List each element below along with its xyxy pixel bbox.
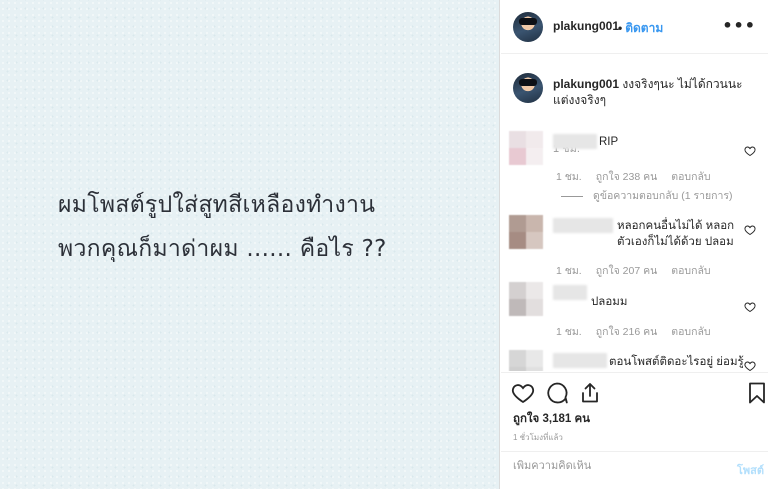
separator-dot: •: [618, 21, 623, 35]
comments-list[interactable]: plakung001 งงจริงๆนะ ไม่ได้กวนนะ แต่งงจร…: [501, 55, 768, 371]
comment-reply-button[interactable]: ตอบกลับ: [671, 171, 710, 183]
comment-text: ปลอมม: [591, 296, 628, 308]
post-image[interactable]: ผมโพสต์รูปใส่สูทสีเหลืองทำงาน พวกคุณก็มา…: [0, 0, 500, 489]
comment-time: 1 ชม.: [556, 171, 582, 183]
comment-time: 1 ชม.: [556, 326, 582, 338]
comment-reply-button[interactable]: ตอบกลับ: [671, 326, 710, 338]
caption-text: plakung001 งงจริงๆนะ ไม่ได้กวนนะ แต่งงจร…: [553, 76, 759, 108]
view-replies-label: ดูข้อความตอบกลับ (1 รายการ): [593, 190, 733, 202]
comment-likes[interactable]: ถูกใจ 207 คน: [596, 265, 658, 277]
commenter-username-blurred[interactable]: [553, 134, 597, 149]
comment-reply-button[interactable]: ตอบกลับ: [671, 265, 710, 277]
post-image-text: ผมโพสต์รูปใส่สูทสีเหลืองทำงาน พวกคุณก็มา…: [58, 183, 488, 271]
post-comment-button[interactable]: โพสต์: [737, 461, 764, 479]
commenter-username-blurred[interactable]: [553, 285, 587, 300]
commenter-avatar-blurred[interactable]: [509, 350, 543, 371]
commenter-username-blurred[interactable]: [553, 218, 613, 233]
follow-label: ติดตาม: [625, 21, 664, 35]
commenter-avatar-blurred[interactable]: [509, 215, 543, 249]
instagram-post-view: ผมโพสต์รูปใส่สูทสีเหลืองทำงาน พวกคุณก็มา…: [0, 0, 768, 489]
replies-divider: [561, 195, 583, 197]
post-actions: ถูกใจ 3,181 คน 1 ชั่วโมงที่แล้ว โพสต์: [501, 372, 768, 489]
post-image-line-1: ผมโพสต์รูปใส่สูทสีเหลืองทำงาน: [58, 192, 376, 218]
more-options-icon[interactable]: •••: [722, 18, 756, 34]
comment-meta: 1 ชม. ถูกใจ 238 คน ตอบกลับ: [556, 168, 725, 185]
comment-like-heart-icon[interactable]: [744, 301, 756, 313]
comment-text: ตอนโพสต์ติดอะไรอยู่ ย่อมรู้: [609, 356, 744, 368]
comment-text: หลอกคนอื่นไม่ได้ หลอกตัวเองก็ไม่ได้ด้วย …: [617, 220, 735, 248]
add-comment-bar: โพสต์: [501, 451, 768, 489]
commenter-username-blurred[interactable]: [553, 353, 607, 368]
commenter-avatar-blurred[interactable]: [509, 131, 543, 165]
author-username[interactable]: plakung001: [553, 19, 619, 33]
post-timestamp: 1 ชั่วโมงที่แล้ว: [513, 433, 563, 442]
post-header: plakung001 • ติดตาม •••: [501, 0, 768, 54]
follow-button[interactable]: • ติดตาม: [618, 19, 663, 38]
comment-meta: 1 ชม. ถูกใจ 216 คน ตอบกลับ: [556, 323, 725, 340]
bookmark-icon[interactable]: [745, 381, 768, 405]
comment-time: 1 ชม.: [556, 265, 582, 277]
author-avatar[interactable]: [513, 12, 543, 42]
comment-like-heart-icon[interactable]: [744, 224, 756, 236]
comment-likes[interactable]: ถูกใจ 238 คน: [596, 171, 658, 183]
heart-icon[interactable]: [511, 381, 535, 405]
share-icon[interactable]: [578, 381, 602, 405]
comment-meta: 1 ชม. ถูกใจ 207 คน ตอบกลับ: [556, 262, 725, 279]
caption-author-avatar[interactable]: [513, 73, 543, 103]
view-replies-button[interactable]: ดูข้อความตอบกลับ (1 รายการ): [561, 187, 733, 204]
add-comment-input[interactable]: [513, 460, 713, 472]
comment-text: RIP: [599, 136, 619, 148]
comment-likes[interactable]: ถูกใจ 216 คน: [596, 326, 658, 338]
commenter-avatar-blurred[interactable]: [509, 282, 543, 316]
comment-icon[interactable]: [545, 381, 569, 405]
caption-username[interactable]: plakung001: [553, 77, 619, 91]
comment-like-heart-icon[interactable]: [744, 360, 756, 371]
comment-like-heart-icon[interactable]: [744, 145, 756, 157]
post-likes-count[interactable]: ถูกใจ 3,181 คน: [513, 410, 590, 428]
post-side-panel: plakung001 • ติดตาม ••• plakung001 งงจริง…: [501, 0, 768, 489]
post-image-line-2: พวกคุณก็มาด่าผม ...... คือไร ??: [58, 236, 387, 262]
